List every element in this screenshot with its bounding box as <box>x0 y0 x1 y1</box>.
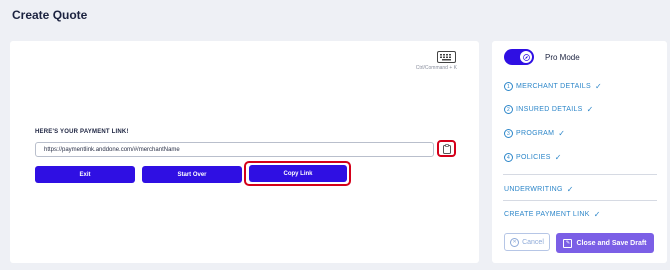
section-underwriting[interactable]: UNDERWRITING ✓ <box>504 185 574 194</box>
payment-link-field[interactable]: https://paymentlink.anddone.com/#/mercha… <box>35 142 434 157</box>
cancel-circle-icon: ✕ <box>510 237 520 247</box>
section-label: UNDERWRITING <box>504 186 563 193</box>
check-icon: ✓ <box>586 105 594 114</box>
side-panel: Pro Mode 1 MERCHANT DETAILS ✓ 2 INSURED … <box>492 41 667 263</box>
step-number: 3 <box>504 129 513 138</box>
copy-icon-button[interactable] <box>437 140 456 157</box>
start-over-button[interactable]: Start Over <box>142 166 242 183</box>
clipboard-icon <box>442 143 451 154</box>
keyboard-icon[interactable] <box>437 51 456 63</box>
copy-link-button[interactable]: Copy Link <box>249 165 347 182</box>
step-number: 1 <box>504 82 513 91</box>
divider <box>503 200 657 201</box>
step-merchant-details[interactable]: 1 MERCHANT DETAILS ✓ <box>504 82 602 91</box>
step-label: INSURED DETAILS <box>516 106 583 113</box>
step-insured-details[interactable]: 2 INSURED DETAILS ✓ <box>504 105 594 114</box>
section-label: CREATE PAYMENT LINK <box>504 211 590 218</box>
toggle-knob <box>520 51 532 63</box>
step-policies[interactable]: 4 POLICIES ✓ <box>504 153 562 162</box>
step-program[interactable]: 3 PROGRAM ✓ <box>504 129 565 138</box>
step-number: 4 <box>504 153 513 162</box>
check-icon: ✓ <box>594 82 602 91</box>
divider <box>503 174 657 175</box>
step-label: PROGRAM <box>516 130 555 137</box>
step-label: MERCHANT DETAILS <box>516 83 591 90</box>
cancel-label: Cancel <box>522 238 544 246</box>
step-number: 2 <box>504 105 513 114</box>
check-icon: ✓ <box>554 153 562 162</box>
cancel-button[interactable]: ✕ Cancel <box>504 233 550 251</box>
check-icon: ✓ <box>558 129 566 138</box>
main-card: Ctrl/Command + K HERE'S YOUR PAYMENT LIN… <box>10 41 479 263</box>
pro-mode-label: Pro Mode <box>545 53 580 62</box>
edit-icon: ✎ <box>563 238 573 248</box>
check-icon: ✓ <box>593 210 601 219</box>
section-create-payment-link[interactable]: CREATE PAYMENT LINK ✓ <box>504 210 601 219</box>
page-title: Create Quote <box>12 8 88 22</box>
check-icon: ✓ <box>566 185 574 194</box>
payment-link-heading: HERE'S YOUR PAYMENT LINK! <box>35 129 129 135</box>
step-label: POLICIES <box>516 154 551 161</box>
close-and-save-draft-button[interactable]: ✎ Close and Save Draft <box>556 233 654 253</box>
keyboard-shortcut-hint: Ctrl/Command + K <box>415 65 457 71</box>
compass-icon <box>522 53 530 61</box>
exit-button[interactable]: Exit <box>35 166 135 183</box>
save-label: Close and Save Draft <box>576 239 647 247</box>
pro-mode-toggle[interactable] <box>504 49 534 65</box>
